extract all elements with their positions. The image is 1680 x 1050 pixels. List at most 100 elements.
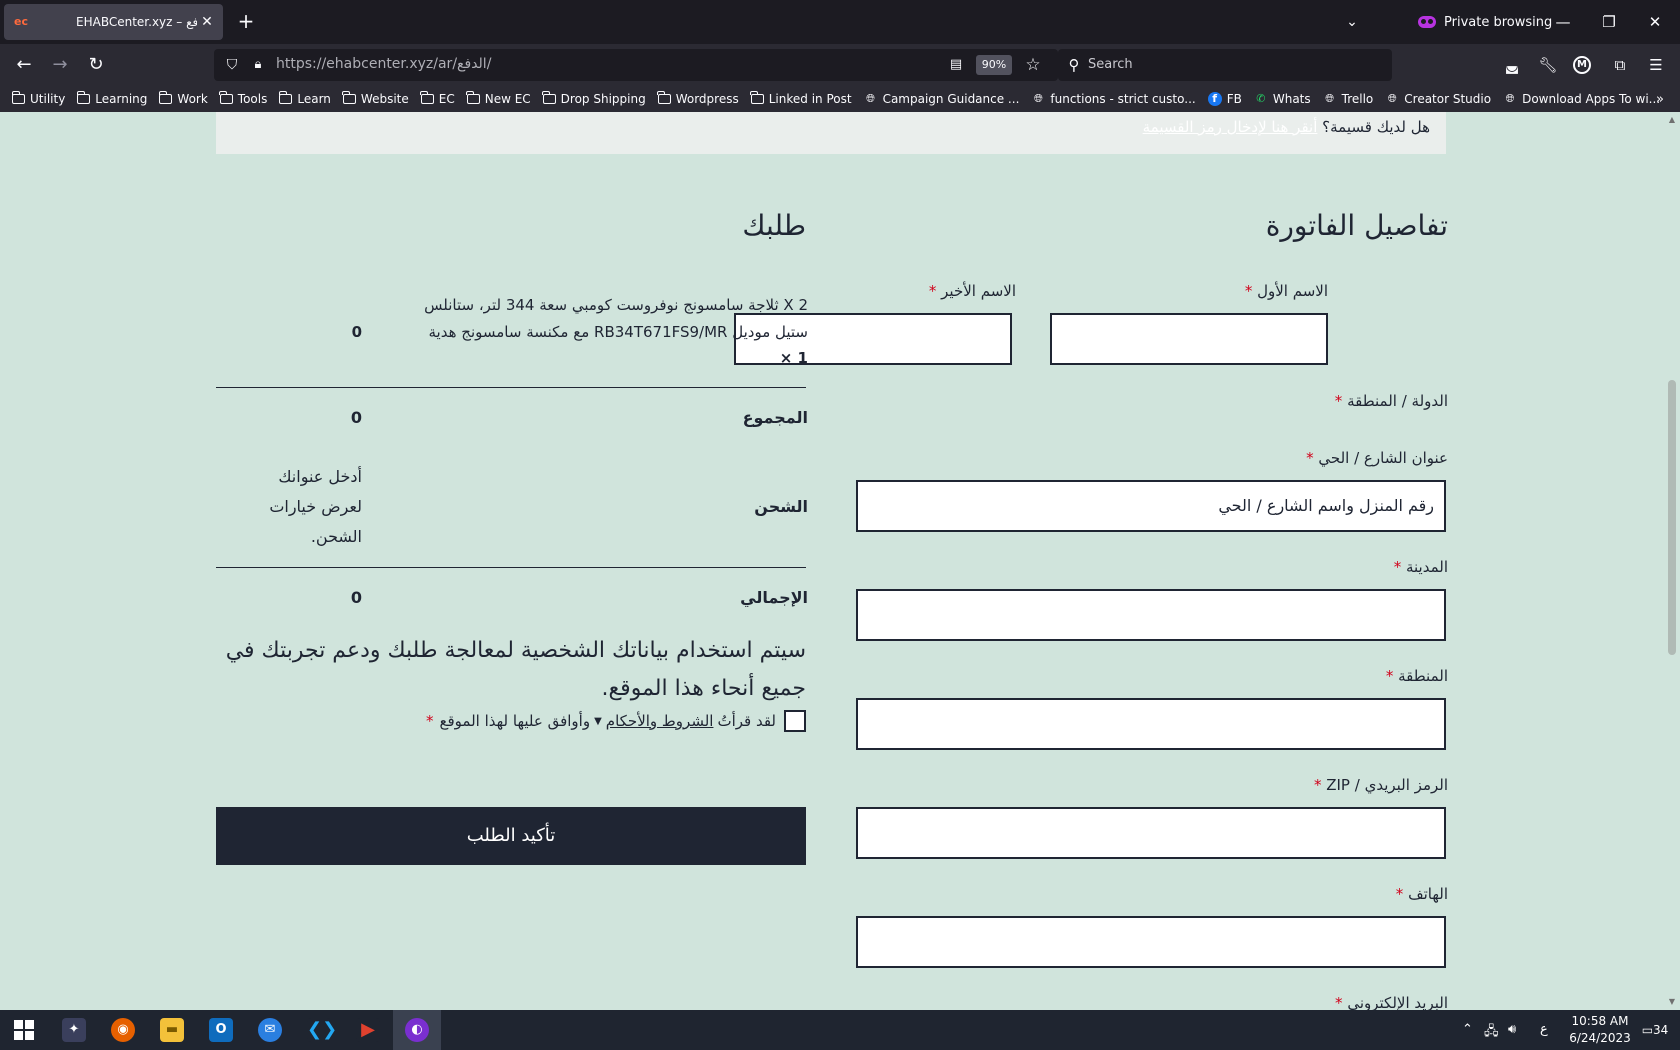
reload-icon[interactable]: ↻ [82, 51, 110, 79]
taskbar-app-firefox-private[interactable]: ◐ [393, 1010, 441, 1050]
coupon-link[interactable]: أنقر هنا لإدخال رمز القسيمة [1143, 118, 1318, 136]
restore-button[interactable]: ❐ [1586, 6, 1632, 38]
region-input[interactable] [856, 698, 1446, 750]
lock-icon[interactable]: 🔒︎ [248, 55, 268, 75]
bookmark-item[interactable]: Wordpress [657, 91, 739, 106]
scrollbar-thumb[interactable] [1668, 380, 1676, 655]
order-divider [216, 387, 806, 388]
forward-arrow-icon[interactable]: → [46, 51, 74, 79]
phone-label: الهاتف * [1395, 885, 1448, 903]
bookmark-label: Campaign Guidance ... [882, 92, 1020, 106]
taskbar-clock[interactable]: 10:58 AM 6/24/2023 [1566, 1013, 1634, 1047]
bookmark-item[interactable]: f FB [1207, 92, 1242, 106]
first-name-input[interactable] [1050, 313, 1328, 365]
subtotal-label: المجموع [742, 408, 808, 427]
taskbar-app-davinci[interactable]: ✦ [50, 1010, 98, 1050]
reader-view-icon[interactable]: ▤ [946, 55, 966, 75]
site-favicon-icon: ec [14, 15, 28, 28]
private-browsing-indicator: Private browsing [1418, 8, 1552, 36]
bookmark-item[interactable]: Website [342, 91, 409, 106]
tab-checkout[interactable]: ec EHABCenter.xyz – الدفع ✕ [4, 4, 223, 40]
start-button[interactable] [0, 1010, 48, 1050]
tracking-shield-icon[interactable]: ⛉ [222, 55, 242, 75]
account-avatar[interactable]: M [1573, 56, 1591, 74]
bookmark-item[interactable]: Drop Shipping [542, 91, 646, 106]
bookmark-item[interactable]: New EC [466, 91, 531, 106]
street-input-value: رقم المنزل واسم الشارع / الحي [1218, 496, 1434, 515]
pocket-icon[interactable]: ◛ [1498, 51, 1526, 79]
coupon-text: هل لديك قسيمة؟ أنقر هنا لإدخال رمز القسي… [1143, 118, 1430, 136]
network-icon[interactable]: 🖧︎ [1484, 1022, 1499, 1044]
taskbar-app-vscode[interactable]: ❮❯ [295, 1010, 343, 1050]
windows-logo-icon [14, 1020, 34, 1040]
bookmark-label: New EC [484, 92, 531, 106]
taskbar-app-media[interactable]: ▶ [344, 1010, 392, 1050]
folder-icon [158, 91, 173, 104]
minimize-button[interactable]: — [1540, 6, 1586, 38]
outlook-icon: O [209, 1018, 233, 1042]
bookmark-item[interactable]: Linked in Post [750, 91, 852, 106]
bookmark-item[interactable]: Learn [278, 91, 331, 106]
terms-checkbox[interactable] [784, 710, 806, 732]
private-mask-icon [1418, 16, 1436, 28]
order-heading: طلبك [742, 209, 806, 242]
total-label: الإجمالي [740, 588, 808, 607]
url-text[interactable]: https://ehabcenter.xyz/ar/الدفع/ [276, 56, 491, 72]
zip-input[interactable] [856, 807, 1446, 859]
phone-input[interactable] [856, 916, 1446, 968]
place-order-button[interactable]: تأكيد الطلب [216, 807, 806, 865]
street-input[interactable]: رقم المنزل واسم الشارع / الحي [856, 480, 1446, 532]
taskbar-app-firefox[interactable]: ◉ [99, 1010, 147, 1050]
bookmark-star-icon[interactable]: ☆ [1022, 54, 1044, 76]
new-tab-button[interactable]: + [234, 10, 258, 34]
notification-center-icon[interactable]: ▭34 [1640, 1018, 1670, 1042]
page-scrollbar[interactable]: ▲ ▼ [1664, 112, 1680, 1010]
taskbar-app-explorer[interactable]: ▬ [148, 1010, 196, 1050]
terms-link[interactable]: الشروط والأحكام [606, 712, 714, 730]
bookmark-item[interactable]: 🌐︎ Campaign Guidance ... [864, 92, 1020, 106]
zip-label: الرمز البريدي / ZIP * [1313, 776, 1448, 794]
bookmark-item[interactable]: Work [158, 91, 208, 106]
coupon-question: هل لديك قسيمة؟ [1322, 118, 1430, 136]
bookmark-item[interactable]: EC [420, 91, 455, 106]
tab-close-icon[interactable]: ✕ [197, 12, 217, 32]
window-close-button[interactable]: ✕ [1632, 6, 1678, 38]
navigation-toolbar: ← → ↻ ⛉ 🔒︎ https://ehabcenter.xyz/ar/الد… [0, 44, 1680, 86]
bookmark-label: Linked in Post [768, 92, 852, 106]
zoom-level-badge[interactable]: 90% [976, 55, 1012, 75]
bookmark-item[interactable]: Learning [76, 91, 148, 106]
bookmark-label: Download Apps To wi... [1522, 92, 1661, 106]
bookmark-item[interactable]: ✆ Whats [1254, 92, 1310, 106]
caret-down-icon[interactable]: ▼ [594, 716, 602, 727]
folder-icon [466, 91, 480, 104]
bookmark-label: Drop Shipping [560, 92, 646, 106]
scroll-down-arrow-icon[interactable]: ▼ [1664, 994, 1680, 1010]
bookmark-label: Learning [95, 92, 148, 106]
scroll-up-arrow-icon[interactable]: ▲ [1664, 112, 1680, 128]
bookmark-item[interactable]: 🌐︎ functions - strict custo... [1031, 92, 1196, 106]
bookmark-label: Creator Studio [1404, 92, 1492, 106]
list-all-tabs-chevron-icon[interactable]: ⌄ [1340, 10, 1364, 34]
input-language-indicator[interactable]: ع [1540, 1022, 1548, 1037]
tray-chevron-up-icon[interactable]: ⌃ [1462, 1022, 1473, 1037]
url-path: /ar/الدفع/ [433, 56, 492, 72]
search-bar[interactable]: ⚲ Search [1058, 49, 1392, 81]
menu-hamburger-icon[interactable]: ☰ [1642, 51, 1670, 79]
bookmark-item[interactable]: Utility [11, 91, 65, 106]
coupon-notice: هل لديك قسيمة؟ أنقر هنا لإدخال رمز القسي… [216, 112, 1446, 154]
taskbar-app-outlook[interactable]: O [197, 1010, 245, 1050]
bookmark-item[interactable]: 🌐︎ Trello [1323, 92, 1373, 106]
more-bookmarks-chevron-icon[interactable]: » [1650, 92, 1670, 107]
volume-icon[interactable]: 🔊︎ [1508, 1022, 1516, 1037]
taskbar-app-thunderbird[interactable]: ✉ [246, 1010, 294, 1050]
extensions-icon[interactable]: ⧉ [1606, 51, 1634, 79]
bookmark-item[interactable]: 🌐︎ Download Apps To wi... [1503, 92, 1660, 106]
bookmark-item[interactable]: Tools [219, 91, 267, 106]
wrench-icon[interactable]: 🔧︎ [1534, 51, 1562, 79]
street-label: عنوان الشارع / الحي * [1306, 449, 1448, 467]
bookmark-item[interactable]: 🌐︎ Creator Studio [1385, 92, 1491, 106]
back-arrow-icon[interactable]: ← [10, 51, 38, 79]
first-name-label: الاسم الأول * [1244, 282, 1328, 300]
address-bar[interactable]: ⛉ 🔒︎ https://ehabcenter.xyz/ar/الدفع/ ▤ … [214, 49, 1058, 81]
city-input[interactable] [856, 589, 1446, 641]
